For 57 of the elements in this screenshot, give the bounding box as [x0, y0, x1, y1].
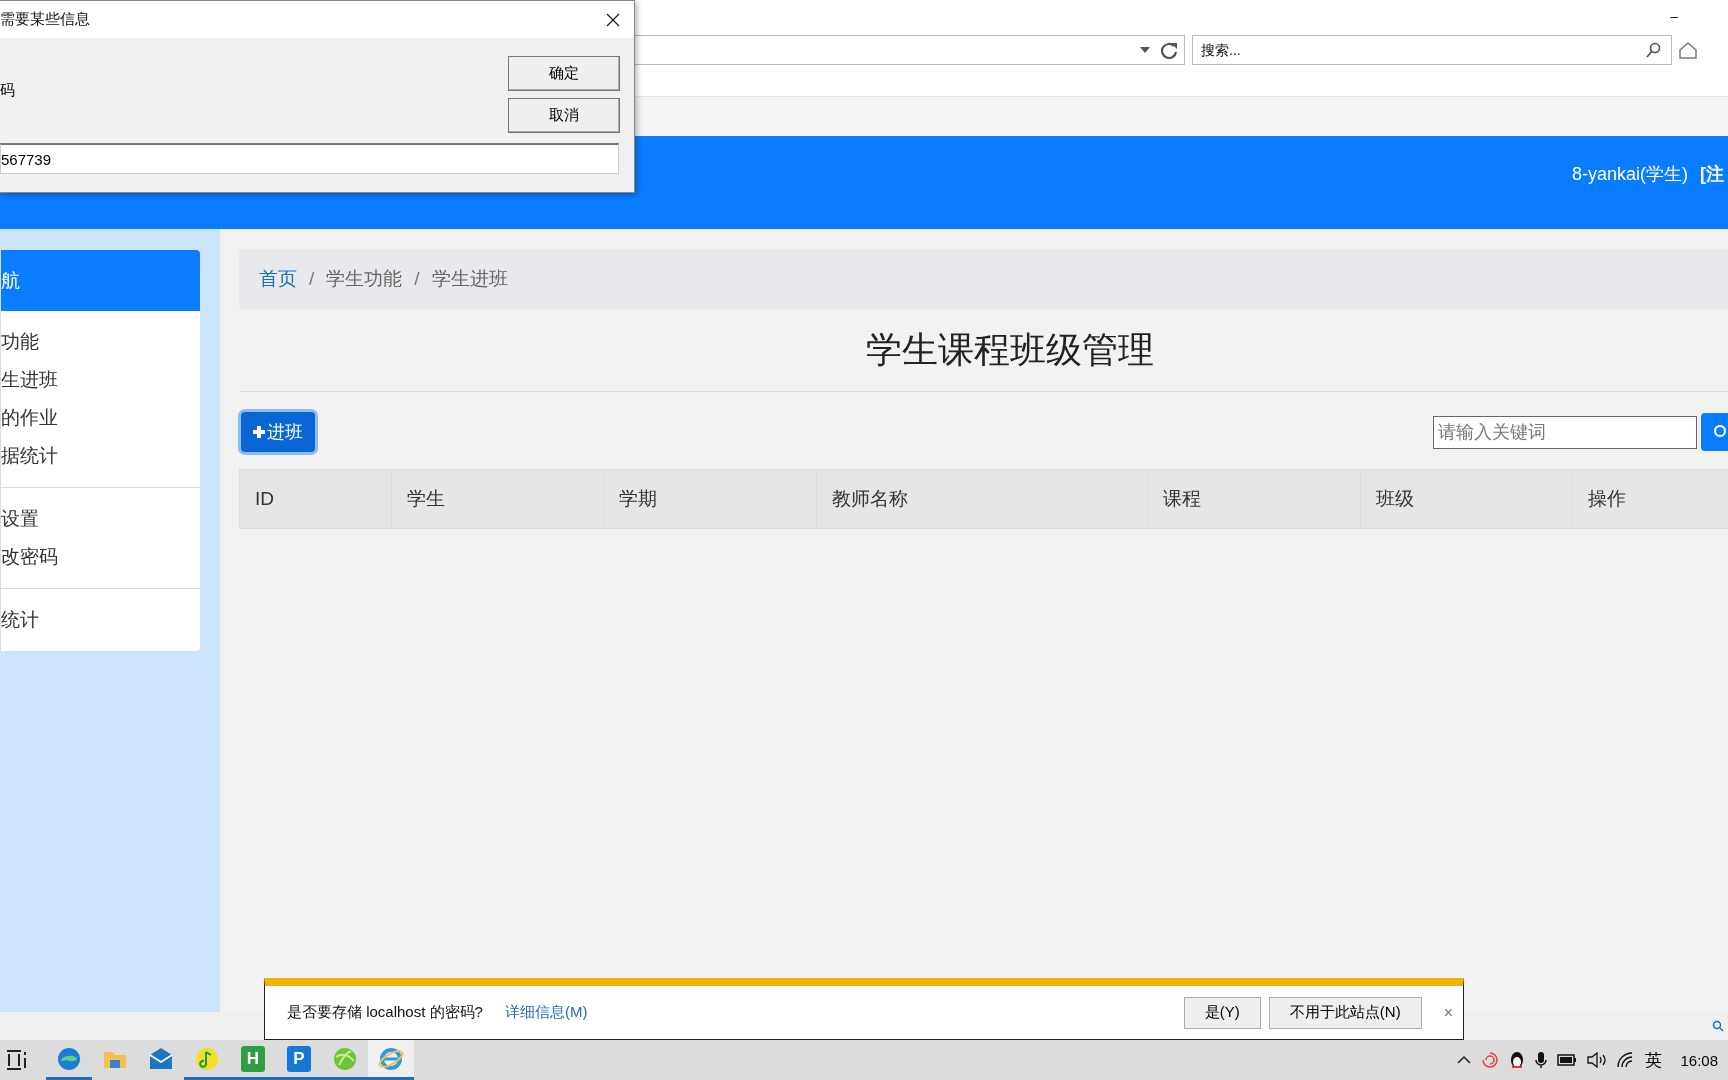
battery-icon[interactable]: [1557, 1054, 1578, 1066]
close-icon[interactable]: [606, 12, 620, 27]
breadcrumb-separator: /: [309, 268, 315, 290]
breadcrumb-item: 学生功能: [326, 267, 403, 291]
notification-button[interactable]: 不用于此站点(N): [1268, 996, 1422, 1029]
dialog-title: 需要某些信息: [0, 10, 90, 29]
sidebar-item[interactable]: 统计: [1, 601, 39, 639]
details-link[interactable]: 详细信息(M): [504, 1003, 588, 1022]
column-header: 操作: [1572, 470, 1728, 528]
app-icon: P: [287, 1045, 311, 1072]
column-header: 课程: [1147, 470, 1360, 528]
chevron-up-icon[interactable]: [1457, 1056, 1472, 1064]
taskbar-app[interactable]: [368, 1040, 414, 1080]
app-icon: H: [241, 1045, 265, 1072]
notification-button[interactable]: 是(Y): [1183, 996, 1261, 1029]
input-method-indicator[interactable]: 英: [1645, 1048, 1663, 1072]
user-name: 8-yankai(学生): [1571, 162, 1688, 186]
column-header: ID: [254, 487, 275, 511]
column-header: 学期: [603, 470, 816, 528]
zoom-icon[interactable]: [1712, 1020, 1724, 1032]
breadcrumb-item: 学生进班: [431, 267, 508, 291]
minimize-button[interactable]: –: [1670, 8, 1678, 25]
dialog-button[interactable]: 确定: [508, 56, 620, 91]
home-icon[interactable]: [1679, 40, 1697, 59]
column-header: 学生: [391, 470, 603, 528]
breadcrumb-separator: /: [414, 268, 420, 290]
clock[interactable]: 16:08: [1680, 1051, 1718, 1069]
penguin-icon[interactable]: [1509, 1051, 1526, 1069]
sidebar-item[interactable]: 改密码: [1, 538, 58, 576]
search-input[interactable]: 请输入关键词: [1433, 415, 1697, 449]
column-header: 班级: [1360, 470, 1572, 528]
input-field[interactable]: 567739: [0, 143, 619, 174]
close-button[interactable]: ×: [1443, 1003, 1453, 1022]
microphone-icon[interactable]: [1535, 1051, 1548, 1069]
breadcrumb-link[interactable]: 首页: [259, 266, 297, 292]
column-header: 教师名称: [816, 470, 1147, 528]
sidebar-item[interactable]: 设置: [1, 500, 39, 538]
add-button[interactable]: 进班: [241, 412, 315, 452]
plus-icon: [253, 426, 265, 438]
search-field[interactable]: 搜索...: [1192, 34, 1672, 65]
dropdown-icon[interactable]: [1140, 46, 1150, 53]
search-icon: [1713, 424, 1728, 440]
sidebar-item[interactable]: 生进班: [1, 361, 58, 399]
sidebar-item[interactable]: 功能: [1, 323, 39, 361]
speaker-icon[interactable]: [1587, 1052, 1608, 1068]
dialog-button[interactable]: 取消: [508, 98, 620, 133]
sidebar-item[interactable]: 的作业: [1, 399, 58, 437]
sidebar-item[interactable]: 据统计: [1, 437, 58, 475]
page-title: 学生课程班级管理: [865, 327, 1155, 372]
swirl-icon[interactable]: [1481, 1051, 1500, 1069]
task-view-icon[interactable]: [6, 1050, 28, 1070]
logout-link[interactable]: [注: [1700, 161, 1724, 186]
notification-message: 是否要存储 localhost 的密码?: [287, 1003, 483, 1022]
sidebar-title: 航: [1, 250, 200, 311]
refresh-icon[interactable]: [1160, 40, 1178, 59]
search-icon[interactable]: [1646, 41, 1662, 58]
field-label: 码: [0, 81, 15, 100]
